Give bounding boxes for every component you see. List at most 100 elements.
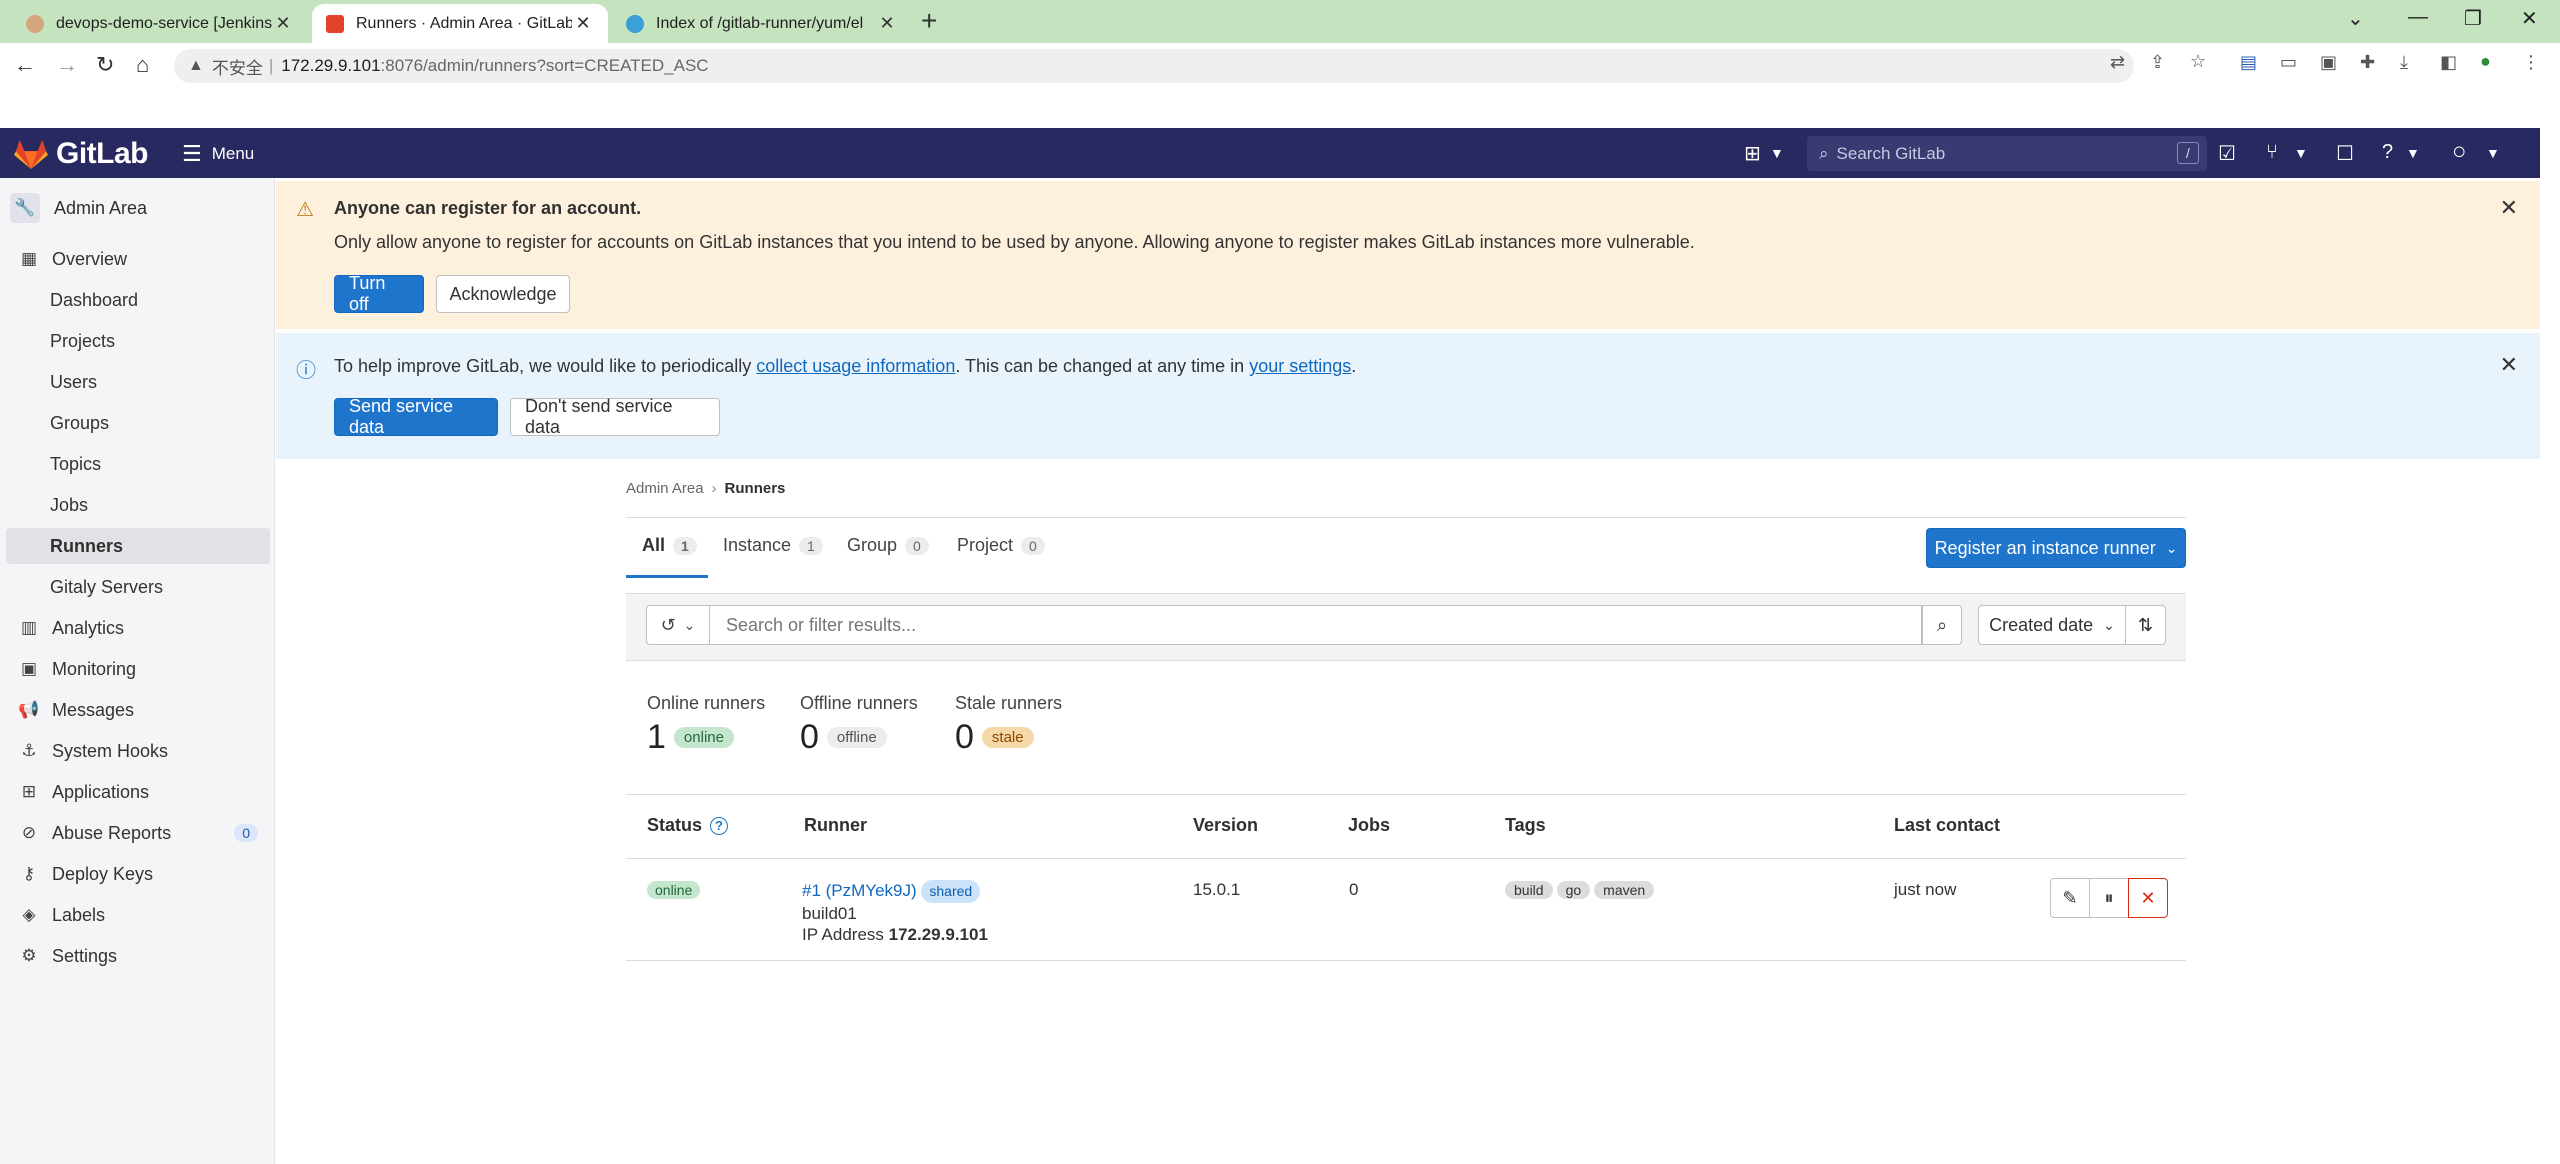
sidebar-item-abuse-reports[interactable]: ⊘ Abuse Reports 0 bbox=[6, 815, 270, 851]
forward-icon[interactable]: → bbox=[56, 51, 78, 79]
search-box[interactable]: ⌕ Search GitLab / bbox=[1807, 136, 2207, 171]
dont-send-service-data-button[interactable]: Don't send service data bbox=[510, 396, 720, 437]
browser-tab-jenkins[interactable]: devops-demo-service [Jenkins] ✕ bbox=[12, 4, 308, 43]
your-settings-link[interactable]: your settings bbox=[1249, 356, 1351, 376]
warning-icon: ⚠ bbox=[296, 199, 314, 221]
todo-icon[interactable]: ☐ bbox=[2336, 141, 2354, 166]
tab-group[interactable]: Group 0 bbox=[847, 535, 929, 556]
sidebar-item-runners[interactable]: Runners bbox=[6, 528, 270, 564]
divider bbox=[626, 858, 2186, 859]
tab-all[interactable]: All 1 bbox=[642, 535, 697, 556]
sort-direction-button[interactable]: ⇅ bbox=[2126, 605, 2166, 645]
sidebar-context-admin[interactable]: 🔧 Admin Area bbox=[10, 188, 270, 228]
minimize-icon[interactable]: — bbox=[2408, 6, 2428, 29]
turn-off-button[interactable]: Turn off bbox=[334, 273, 424, 314]
sidebar-item-projects[interactable]: Projects bbox=[6, 323, 270, 359]
chevron-down-icon[interactable]: ▼ bbox=[2294, 145, 2308, 161]
filter-bar: ↺ ⌄ ⌕ Created date ⌄ ⇅ bbox=[626, 593, 2186, 661]
new-tab-icon[interactable]: + bbox=[921, 6, 937, 36]
status-badge: stale bbox=[981, 727, 1034, 748]
sidebar-item-gitaly-servers[interactable]: Gitaly Servers bbox=[6, 569, 270, 605]
search-icon: ⌕ bbox=[1819, 143, 1829, 163]
warning-icon: ▲ bbox=[188, 57, 204, 74]
sidebar-item-jobs[interactable]: Jobs bbox=[6, 487, 270, 523]
browser-menu-icon[interactable]: ⋮ bbox=[2522, 52, 2540, 73]
address-bar[interactable]: ▲ 不安全 | 172.29.9.101 :8076/admin/runners… bbox=[174, 49, 2134, 83]
create-new-icon[interactable]: ⊞ bbox=[1744, 141, 1761, 166]
reload-icon[interactable]: ↻ bbox=[96, 51, 114, 79]
extension-translate-icon[interactable]: ▣ bbox=[2320, 52, 2337, 73]
close-tab-icon[interactable]: ✕ bbox=[272, 13, 294, 34]
sidebar-item-groups[interactable]: Groups bbox=[6, 405, 270, 441]
close-tab-icon[interactable]: ✕ bbox=[876, 13, 898, 34]
runner-actions: ✎ ⏸ ✕ bbox=[2050, 878, 2168, 918]
breadcrumb-runners[interactable]: Runners bbox=[725, 480, 786, 497]
close-tab-icon[interactable]: ✕ bbox=[572, 13, 594, 34]
merge-requests-icon[interactable]: ⑂ bbox=[2266, 141, 2278, 164]
issues-icon[interactable]: ☑ bbox=[2218, 141, 2236, 166]
back-icon[interactable]: ← bbox=[14, 51, 36, 79]
acknowledge-button[interactable]: Acknowledge bbox=[436, 275, 570, 313]
menu-button[interactable]: ☰ Menu bbox=[182, 141, 254, 167]
download-icon[interactable]: ⤓ bbox=[2400, 52, 2408, 73]
delete-runner-button[interactable]: ✕ bbox=[2128, 878, 2168, 918]
browser-tab-index[interactable]: Index of /gitlab-runner/yum/el ✕ bbox=[612, 4, 912, 43]
browser-tab-gitlab[interactable]: Runners · Admin Area · GitLab ✕ bbox=[312, 4, 608, 43]
runner-ip: IP Address 172.29.9.101 bbox=[802, 925, 988, 944]
recent-searches-button[interactable]: ↺ ⌄ bbox=[646, 605, 710, 645]
maximize-icon[interactable]: ❐ bbox=[2464, 6, 2482, 31]
chevron-down-icon[interactable]: ▼ bbox=[1770, 145, 1784, 161]
bookmark-star-icon[interactable]: ☆ bbox=[2190, 51, 2206, 72]
breadcrumb-admin-area[interactable]: Admin Area bbox=[626, 480, 704, 497]
filter-search-input[interactable] bbox=[710, 605, 1922, 645]
tab-project[interactable]: Project 0 bbox=[957, 535, 1045, 556]
gitlab-logo[interactable]: GitLab bbox=[14, 137, 149, 171]
history-icon: ↺ bbox=[660, 614, 676, 635]
runner-description: build01 bbox=[802, 904, 857, 923]
runner-link[interactable]: #1 (PzMYek9J) bbox=[802, 881, 917, 900]
sidebar-item-labels[interactable]: ◈ Labels bbox=[6, 897, 270, 933]
sidebar-item-topics[interactable]: Topics bbox=[6, 446, 270, 482]
register-instance-runner-button[interactable]: Register an instance runner ⌄ bbox=[1926, 528, 2186, 568]
chevron-down-icon[interactable]: ▼ bbox=[2486, 145, 2500, 161]
sort-dropdown[interactable]: Created date ⌄ bbox=[1978, 605, 2126, 645]
sidebar-item-overview[interactable]: ▦ Overview bbox=[6, 241, 270, 277]
tag-badge: build bbox=[1505, 881, 1553, 899]
chevron-down-icon[interactable]: ▼ bbox=[2406, 145, 2420, 161]
collect-usage-link[interactable]: collect usage information bbox=[756, 356, 955, 376]
home-icon[interactable]: ⌂ bbox=[136, 51, 149, 79]
pause-runner-button[interactable]: ⏸ bbox=[2089, 878, 2129, 918]
sidebar-item-settings[interactable]: ⚙ Settings bbox=[6, 938, 270, 974]
help-icon[interactable]: ? bbox=[2382, 141, 2393, 164]
sidebar-item-dashboard[interactable]: Dashboard bbox=[6, 282, 270, 318]
usage-info-text: To help improve GitLab, we would like to… bbox=[334, 356, 1357, 376]
abuse-count-badge: 0 bbox=[234, 824, 258, 842]
sidebar-item-system-hooks[interactable]: ⚓ System Hooks bbox=[6, 733, 270, 769]
sidebar-item-monitoring[interactable]: ▣ Monitoring bbox=[6, 651, 270, 687]
share-icon[interactable]: ⇪ bbox=[2150, 52, 2165, 73]
folder-favicon-icon bbox=[626, 14, 644, 33]
sidebar-item-deploy-keys[interactable]: ⚷ Deploy Keys bbox=[6, 856, 270, 892]
puzzle-icon[interactable]: ✚ bbox=[2360, 52, 2375, 73]
hamburger-icon: ☰ bbox=[182, 141, 202, 166]
sidebar-item-users[interactable]: Users bbox=[6, 364, 270, 400]
tab-instance[interactable]: Instance 1 bbox=[723, 535, 823, 556]
sidepanel-icon[interactable]: ◧ bbox=[2440, 52, 2457, 73]
close-icon[interactable]: ✕ bbox=[2500, 195, 2518, 221]
tab-search-chevron-icon[interactable]: ⌄ bbox=[2347, 6, 2364, 31]
sidebar-item-messages[interactable]: 📢 Messages bbox=[6, 692, 270, 728]
profile-avatar-icon[interactable]: ● bbox=[2480, 51, 2491, 72]
reading-list-icon[interactable]: ▤ bbox=[2240, 52, 2257, 73]
runner-status-cell: online bbox=[647, 880, 701, 900]
send-service-data-button[interactable]: Send service data bbox=[334, 396, 498, 437]
translate-icon[interactable]: ⇄ bbox=[2110, 52, 2125, 73]
sidebar-item-analytics[interactable]: ▥ Analytics bbox=[6, 610, 270, 646]
edit-runner-button[interactable]: ✎ bbox=[2050, 878, 2090, 918]
search-submit-button[interactable]: ⌕ bbox=[1922, 605, 1962, 645]
close-icon[interactable]: ✕ bbox=[2500, 352, 2518, 378]
user-avatar-icon[interactable]: ○ bbox=[2452, 138, 2467, 166]
window-close-icon[interactable]: ✕ bbox=[2521, 6, 2538, 31]
help-icon[interactable]: ? bbox=[710, 816, 729, 835]
extension-monitor-icon[interactable]: ▭ bbox=[2280, 52, 2297, 73]
sidebar-item-applications[interactable]: ⊞ Applications bbox=[6, 774, 270, 810]
